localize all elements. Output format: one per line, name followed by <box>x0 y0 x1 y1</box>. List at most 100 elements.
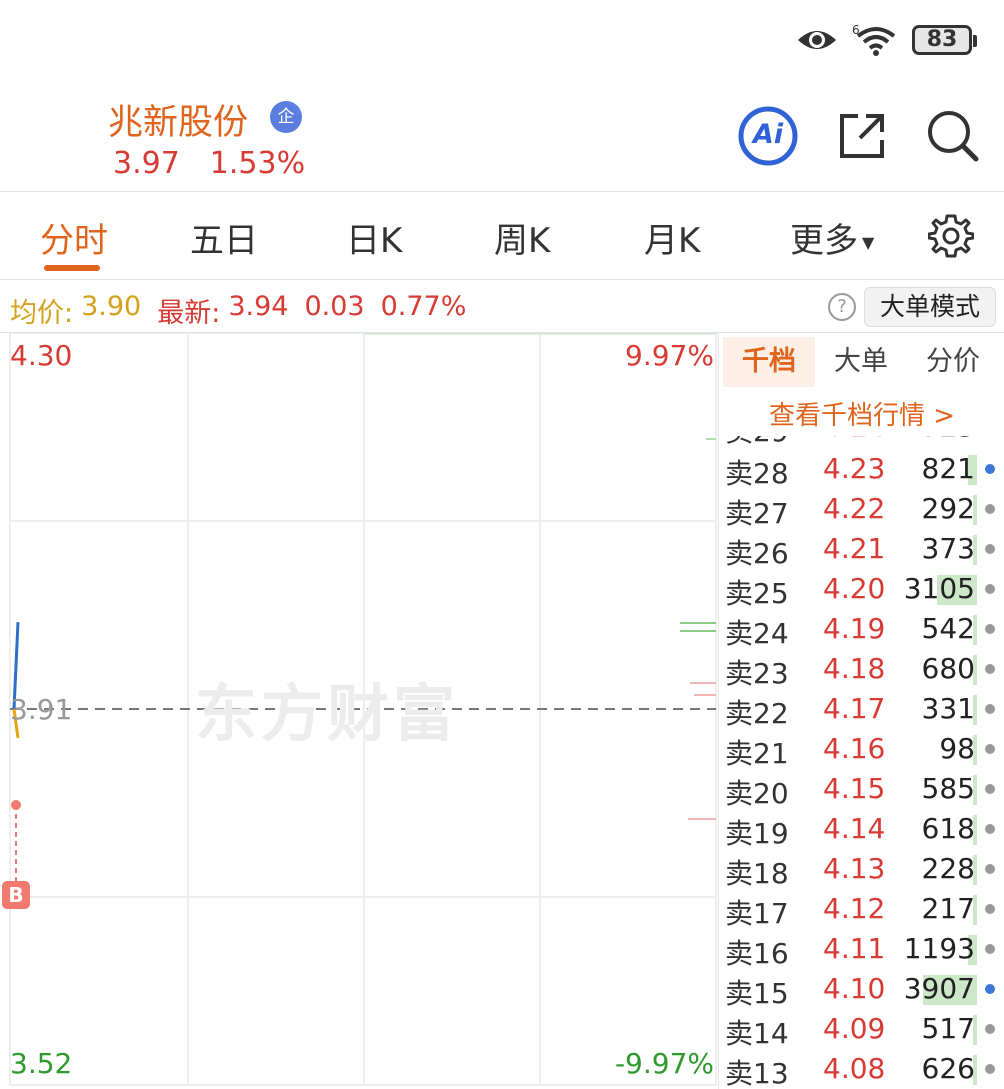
search-icon[interactable] <box>926 109 980 163</box>
order-book-row[interactable]: 卖17 4.12 217 <box>719 890 1004 930</box>
latest-price-label: 最新: <box>157 298 221 329</box>
prev-close-label: 3.91 <box>10 693 73 726</box>
order-book-row[interactable]: 卖25 4.20 3105 <box>719 570 1004 610</box>
order-book-row[interactable]: 卖26 4.21 373 <box>719 530 1004 570</box>
order-dot-icon <box>985 904 995 914</box>
level-label: 卖26 <box>725 537 789 570</box>
level-volume: 585 <box>921 772 975 805</box>
level-volume: 626 <box>921 1052 975 1085</box>
stock-name[interactable]: 兆新股份 <box>108 94 248 145</box>
level-label: 卖23 <box>725 657 789 690</box>
tab-five-day[interactable]: 五日 <box>190 213 258 262</box>
level-price: 4.09 <box>823 1012 886 1045</box>
tab-active-indicator <box>44 265 100 271</box>
share-icon[interactable] <box>836 110 888 162</box>
order-book-row[interactable]: 卖19 4.14 618 <box>719 810 1004 850</box>
tab-daily-k[interactable]: 日K <box>346 213 402 262</box>
avg-price-value: 3.90 <box>81 291 142 322</box>
level-volume: 517 <box>921 1012 975 1045</box>
level-price: 4.10 <box>823 972 886 1005</box>
level-volume: 217 <box>921 892 975 925</box>
buy-marker[interactable]: B <box>2 881 30 909</box>
ai-button[interactable]: Ai <box>738 106 798 166</box>
status-icons: 6 83 <box>796 22 977 58</box>
order-book-row[interactable]: 卖28 4.23 821 <box>719 450 1004 490</box>
order-dot-icon <box>985 584 995 594</box>
order-dot-icon <box>985 944 995 954</box>
order-book-rows: 卖28 4.23 821 卖27 4.22 292 卖26 4.21 373 卖25 4.20 310… <box>719 450 1004 1089</box>
order-book-row[interactable]: 卖18 4.13 228 <box>719 850 1004 890</box>
price-info: 均价: 3.90 最新: 3.94 0.03 0.77% <box>10 291 466 330</box>
eye-icon <box>798 31 836 49</box>
level-label: 卖25 <box>725 577 789 610</box>
avg-price-label: 均价: <box>10 298 74 329</box>
tab-big-orders[interactable]: 大单 <box>815 337 907 387</box>
tab-price-split[interactable]: 分价 <box>907 337 999 387</box>
order-book-row[interactable]: 卖22 4.17 331 <box>719 690 1004 730</box>
order-book-row[interactable]: 卖21 4.16 98 <box>719 730 1004 770</box>
help-icon[interactable]: ? <box>828 293 856 321</box>
status-bar: 6 83 <box>0 0 1004 80</box>
level-volume: 98 <box>939 732 975 765</box>
order-book-tabs: 千档 大单 分价 <box>723 337 1004 389</box>
order-book-row[interactable]: 卖13 4.08 626 <box>719 1050 1004 1089</box>
order-dot-icon <box>985 704 995 714</box>
level-label: 卖16 <box>725 937 789 970</box>
order-dot-icon <box>985 624 995 634</box>
caret-down-icon: ▼ <box>862 233 875 252</box>
order-book-row[interactable]: 卖14 4.09 517 <box>719 1010 1004 1050</box>
order-book-row[interactable]: 卖24 4.19 542 <box>719 610 1004 650</box>
stock-price: 3.97 <box>113 146 180 181</box>
level-label: 卖19 <box>725 817 789 850</box>
order-book-row[interactable]: 卖15 4.10 3907 <box>719 970 1004 1010</box>
level-volume: 228 <box>921 852 975 885</box>
order-dot-icon <box>985 464 995 474</box>
tab-monthly-k[interactable]: 月K <box>644 213 700 262</box>
tab-thousand-levels[interactable]: 千档 <box>723 337 815 387</box>
clipped-row: 卖29 4.24 723 <box>719 436 1004 450</box>
level-price: 4.18 <box>823 652 886 685</box>
level-label: 卖20 <box>725 777 789 810</box>
level-volume: 373 <box>921 532 975 565</box>
level-price: 4.12 <box>823 892 886 925</box>
buy-marker-dot <box>11 800 21 810</box>
order-book-row[interactable]: 卖27 4.22 292 <box>719 490 1004 530</box>
order-dot-icon <box>985 824 995 834</box>
order-dot-icon <box>985 744 995 754</box>
level-price: 4.14 <box>823 812 886 845</box>
gear-icon[interactable] <box>928 213 974 259</box>
level-price: 4.17 <box>823 692 886 725</box>
level-price: 4.19 <box>823 612 886 645</box>
tab-weekly-k[interactable]: 周K <box>494 213 550 262</box>
y-max-label: 4.30 <box>10 339 73 372</box>
tab-intraday[interactable]: 分时 <box>40 213 108 262</box>
level-volume: 292 <box>921 492 975 525</box>
latest-change-pct: 0.77% <box>380 291 467 322</box>
level-label: 卖15 <box>725 977 789 1010</box>
view-thousand-levels-link[interactable]: 查看千档行情 > <box>719 395 1004 432</box>
order-dot-icon <box>985 864 995 874</box>
level-label: 卖22 <box>725 697 789 730</box>
order-book-row[interactable]: 卖23 4.18 680 <box>719 650 1004 690</box>
level-label: 卖24 <box>725 617 789 650</box>
y-min-label: 3.52 <box>10 1047 73 1080</box>
order-dot-icon <box>985 664 995 674</box>
level-label: 卖18 <box>725 857 789 890</box>
big-order-mode-button[interactable]: 大单模式 <box>864 287 996 327</box>
intraday-chart[interactable]: 东方财富 4.30 9.97% 3.91 3.52 -9.97% B <box>0 333 718 1089</box>
level-price: 4.21 <box>823 532 886 565</box>
level-label: 卖27 <box>725 497 789 530</box>
level-price: 4.13 <box>823 852 886 885</box>
order-book-row[interactable]: 卖20 4.15 585 <box>719 770 1004 810</box>
level-volume: 3907 <box>903 972 975 1005</box>
stock-header: 兆新股份 企 3.97 1.53% Ai <box>0 80 1004 192</box>
level-volume: 1193 <box>903 932 975 965</box>
level-volume: 542 <box>921 612 975 645</box>
stock-change-pct: 1.53% <box>209 146 306 181</box>
level-label: 卖28 <box>725 457 789 490</box>
level-price: 4.11 <box>823 932 886 965</box>
chart-tabs: 分时 五日 日K 周K 月K 更多 ▼ <box>0 193 1004 280</box>
tab-more[interactable]: 更多 ▼ <box>790 213 874 262</box>
order-book-row[interactable]: 卖16 4.11 1193 <box>719 930 1004 970</box>
level-price: 4.16 <box>823 732 886 765</box>
